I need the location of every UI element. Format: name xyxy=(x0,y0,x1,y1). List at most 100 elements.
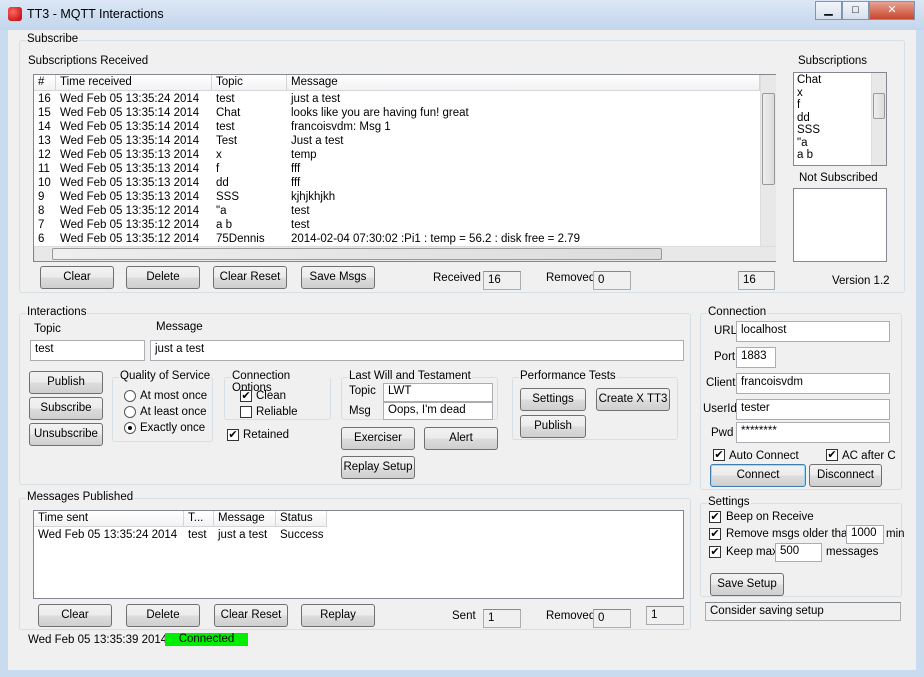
disconnect-button[interactable]: Disconnect xyxy=(809,464,882,487)
port-label: Port xyxy=(714,351,736,363)
published-removed-count: 0 xyxy=(593,609,631,628)
replay-button[interactable]: Replay xyxy=(301,604,375,627)
reliable-checkbox[interactable] xyxy=(240,406,252,418)
port-input[interactable]: 1883 xyxy=(736,347,776,368)
connect-button[interactable]: Connect xyxy=(710,464,806,487)
alert-button[interactable]: Alert xyxy=(424,427,498,450)
perf-publish-button[interactable]: Publish xyxy=(520,415,586,438)
col-header-topic[interactable]: T... xyxy=(184,511,214,527)
qos-radio-1[interactable] xyxy=(124,406,136,418)
vertical-scrollbar[interactable] xyxy=(760,75,776,246)
table-cell: test xyxy=(216,121,235,133)
published-table[interactable]: Time sent T... Message Status Wed Feb 05… xyxy=(33,510,684,599)
table-row[interactable]: 10 Wed Feb 05 13:35:13 2014 dd fff xyxy=(34,177,760,191)
version-label: Version 1.2 xyxy=(832,275,890,287)
clear-received-button[interactable]: Clear xyxy=(40,266,114,289)
clear-reset-published-button[interactable]: Clear Reset xyxy=(214,604,288,627)
status-time: Wed Feb 05 13:35:39 2014 xyxy=(28,634,168,646)
subscribe-button[interactable]: Subscribe xyxy=(29,397,103,420)
table-row[interactable]: 13 Wed Feb 05 13:35:14 2014 Test Just a tes… xyxy=(34,135,760,149)
userid-input[interactable]: tester xyxy=(736,399,890,420)
clean-checkbox[interactable]: ✔ xyxy=(240,390,252,402)
subscriptions-label: Subscriptions xyxy=(798,55,868,67)
horizontal-scrollbar[interactable] xyxy=(34,246,776,261)
keep-max-checkbox[interactable]: ✔ xyxy=(709,546,721,558)
ac-after-checkbox[interactable]: ✔ xyxy=(826,449,838,461)
remove-older-input[interactable]: 1000 xyxy=(846,525,884,544)
close-button[interactable]: ✕ xyxy=(869,1,915,20)
table-cell: dd xyxy=(216,177,229,189)
not-subscribed-list[interactable] xyxy=(793,188,887,262)
qos-radio-0[interactable] xyxy=(124,390,136,402)
subscriptions-scrollbar[interactable] xyxy=(871,73,886,165)
received-table[interactable]: # Time received Topic Message 16 Wed Feb … xyxy=(33,74,776,262)
col-header-time-sent[interactable]: Time sent xyxy=(34,511,184,527)
subscriptions-list[interactable]: Chat x f dd SSS "a a b xyxy=(793,72,887,166)
unsubscribe-button[interactable]: Unsubscribe xyxy=(29,423,103,446)
replay-setup-button[interactable]: Replay Setup xyxy=(341,456,415,479)
col-header-topic[interactable]: Topic xyxy=(212,75,287,91)
table-cell: 13 xyxy=(38,135,51,147)
table-row[interactable]: 11 Wed Feb 05 13:35:13 2014 f fff xyxy=(34,163,760,177)
table-row[interactable]: 6 Wed Feb 05 13:35:12 2014 75Dennis 2014-02… xyxy=(34,233,760,247)
table-cell: Wed Feb 05 13:35:14 2014 xyxy=(60,135,200,147)
client-input[interactable]: francoisvdm xyxy=(736,373,890,394)
total-count: 16 xyxy=(738,271,775,290)
clear-published-button[interactable]: Clear xyxy=(38,604,112,627)
settings-status: Consider saving setup xyxy=(705,602,901,621)
subscribe-group-label: Subscribe xyxy=(26,33,80,45)
delete-received-button[interactable]: Delete xyxy=(126,266,200,289)
table-cell: f xyxy=(216,163,220,175)
col-header-message[interactable]: Message xyxy=(214,511,276,527)
table-cell: 7 xyxy=(38,219,45,231)
qos-radio-2[interactable] xyxy=(124,422,136,434)
table-row[interactable]: 15 Wed Feb 05 13:35:14 2014 Chat looks like… xyxy=(34,107,760,121)
auto-connect-checkbox[interactable]: ✔ xyxy=(713,449,725,461)
table-row[interactable]: 9 Wed Feb 05 13:35:13 2014 SSS kjhjkhjkh xyxy=(34,191,760,205)
delete-published-button[interactable]: Delete xyxy=(126,604,200,627)
topic-input[interactable]: test xyxy=(30,340,145,361)
keep-max-input[interactable]: 500 xyxy=(775,543,822,562)
window-title: TT3 - MQTT Interactions xyxy=(27,7,164,21)
table-row[interactable]: 16 Wed Feb 05 13:35:24 2014 test just a tes… xyxy=(34,93,760,107)
col-header-time[interactable]: Time received xyxy=(56,75,212,91)
table-row[interactable]: Wed Feb 05 13:35:24 2014 test just a test S… xyxy=(34,529,674,543)
pwd-input[interactable]: ******** xyxy=(736,422,890,443)
exerciser-button[interactable]: Exerciser xyxy=(341,427,415,450)
qos-label: Quality of Service xyxy=(119,370,212,382)
message-input[interactable]: just a test xyxy=(150,340,684,361)
minimize-button[interactable]: ▁ xyxy=(815,1,842,20)
table-row[interactable]: 8 Wed Feb 05 13:35:12 2014 "a test xyxy=(34,205,760,219)
url-input[interactable]: localhost xyxy=(736,321,890,342)
clear-reset-received-button[interactable]: Clear Reset xyxy=(213,266,287,289)
perf-settings-button[interactable]: Settings xyxy=(520,388,586,411)
lwt-msg-input[interactable]: Oops, I'm dead xyxy=(383,402,493,420)
table-cell: test xyxy=(291,205,310,217)
retained-checkbox[interactable]: ✔ xyxy=(227,429,239,441)
maximize-button[interactable]: □ xyxy=(842,1,869,20)
table-cell: Wed Feb 05 13:35:13 2014 xyxy=(60,149,200,161)
title-bar[interactable]: TT3 - MQTT Interactions ▁ □ ✕ xyxy=(0,0,924,30)
table-row[interactable]: 7 Wed Feb 05 13:35:12 2014 a b test xyxy=(34,219,760,233)
subscription-item[interactable]: a b xyxy=(797,149,871,163)
qos-label-0: At most once xyxy=(140,390,208,402)
table-cell: Test xyxy=(216,135,238,147)
sent-count: 1 xyxy=(483,609,521,628)
col-header-number[interactable]: # xyxy=(34,75,56,91)
beep-checkbox[interactable]: ✔ xyxy=(709,511,721,523)
table-cell: looks like you are having fun! great xyxy=(291,107,469,119)
col-header-message[interactable]: Message xyxy=(287,75,760,91)
received-count: 16 xyxy=(483,271,521,290)
topic-label: Topic xyxy=(34,323,61,335)
save-msgs-button[interactable]: Save Msgs xyxy=(301,266,375,289)
clean-label: Clean xyxy=(256,390,287,402)
table-cell: Success xyxy=(280,529,324,541)
save-setup-button[interactable]: Save Setup xyxy=(710,573,784,596)
table-row[interactable]: 12 Wed Feb 05 13:35:13 2014 x temp xyxy=(34,149,760,163)
lwt-topic-input[interactable]: LWT xyxy=(383,383,493,402)
col-header-status[interactable]: Status xyxy=(276,511,327,527)
create-x-tt3-button[interactable]: Create X TT3 xyxy=(596,388,670,411)
publish-button[interactable]: Publish xyxy=(29,371,103,394)
table-row[interactable]: 14 Wed Feb 05 13:35:14 2014 test francoisvd… xyxy=(34,121,760,135)
remove-older-checkbox[interactable]: ✔ xyxy=(709,528,721,540)
